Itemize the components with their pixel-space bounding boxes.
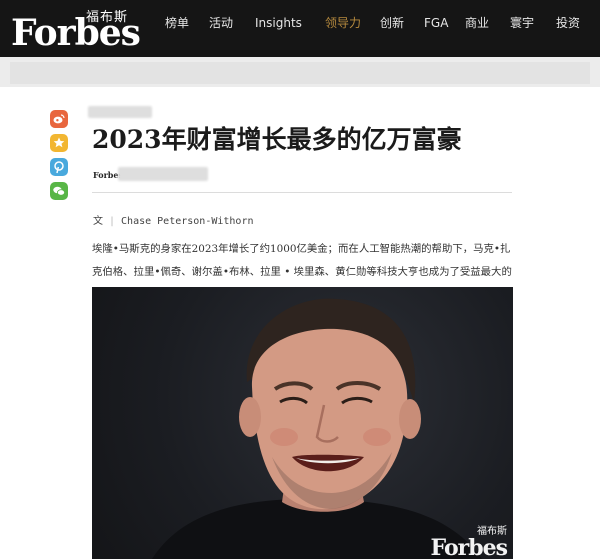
nav-item-fga[interactable]: FGA (424, 15, 448, 31)
nav-item-global[interactable]: 寰宇 (510, 15, 534, 31)
author-name[interactable]: Chase Peterson-Withorn (121, 216, 253, 227)
portrait-illustration (152, 298, 482, 559)
image-watermark: 福布斯 Forbes (430, 522, 508, 559)
weibo-icon[interactable] (50, 110, 68, 128)
star-icon[interactable] (50, 134, 68, 152)
article-title: 2023年财富增长最多的亿万富豪 (92, 125, 462, 154)
nav-item-investing[interactable]: 投资 (556, 15, 580, 31)
nav-item-innovation[interactable]: 创新 (380, 15, 404, 31)
watermark-english: Forbes (430, 535, 508, 559)
blurred-category (88, 106, 152, 118)
hero-photo: 福布斯 Forbes (92, 287, 513, 559)
divider (92, 192, 512, 193)
nav-item-insights[interactable]: Insights (255, 15, 302, 31)
blurred-meta (118, 167, 208, 181)
nav-item-leadership[interactable]: 领导力 (325, 15, 361, 31)
top-nav-bar: 福布斯 Forbes 榜单 活动 Insights 领导力 创新 FGA 商业 … (0, 0, 600, 57)
byline-prefix: 文 (93, 216, 103, 227)
main-nav: 榜单 活动 Insights 领导力 创新 FGA 商业 寰宇 投资 (0, 0, 600, 57)
ad-banner-placeholder (10, 62, 590, 84)
pinterest-icon[interactable] (50, 158, 68, 176)
wechat-icon[interactable] (50, 182, 68, 200)
nav-item-business[interactable]: 商业 (465, 15, 489, 31)
nav-item-rankings[interactable]: 榜单 (165, 15, 189, 31)
byline: 文 | Chase Peterson-Withorn (93, 212, 253, 227)
nav-item-events[interactable]: 活动 (209, 15, 233, 31)
byline-separator: | (109, 216, 116, 227)
